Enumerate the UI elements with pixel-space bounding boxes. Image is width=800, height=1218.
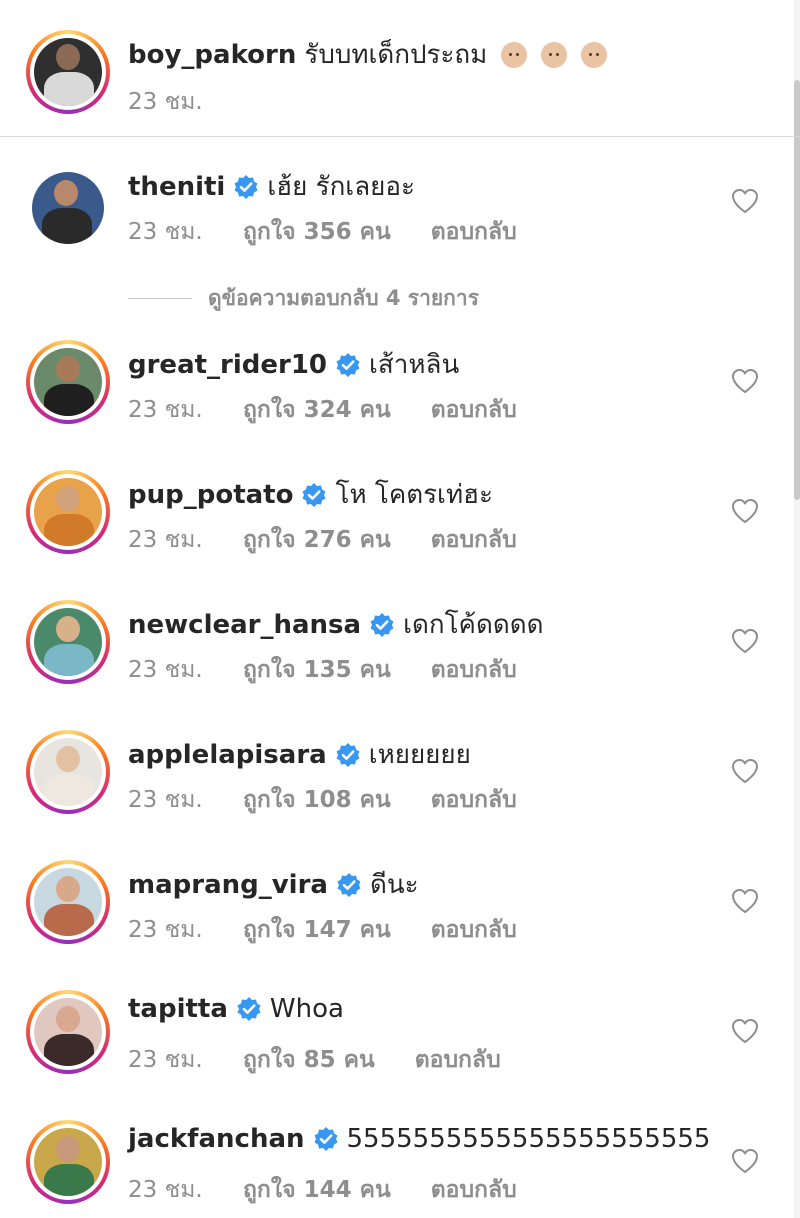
scrollbar-thumb[interactable] <box>794 80 800 500</box>
like-count-button[interactable]: ถูกใจ 276 คน <box>243 522 391 558</box>
avatar[interactable] <box>26 340 110 424</box>
baby-face-icon <box>581 41 608 68</box>
comment-text: โห โคตรเท่ฮะ <box>335 480 493 510</box>
baby-face-icon <box>541 41 568 68</box>
view-replies-button[interactable]: ดูข้อความตอบกลับ 4 รายการ <box>128 284 479 312</box>
like-count-button[interactable]: ถูกใจ 144 คน <box>243 1172 391 1208</box>
comment-text: เดกโค้ดดดด <box>403 610 544 640</box>
comment-text: เหยยยยย <box>368 740 471 770</box>
comment-time: 23 ชม. <box>128 1177 203 1203</box>
avatar[interactable] <box>26 990 110 1074</box>
baby-face-icon <box>501 41 528 68</box>
avatar[interactable] <box>26 600 110 684</box>
avatar[interactable] <box>26 730 110 814</box>
heart-icon[interactable] <box>731 758 759 784</box>
avatar[interactable] <box>26 30 110 114</box>
comment-time: 23 ชม. <box>128 1047 203 1073</box>
divider <box>128 297 192 299</box>
like-count-button[interactable]: ถูกใจ 135 คน <box>243 652 391 688</box>
verified-badge-icon <box>369 612 395 638</box>
caption-username[interactable]: boy_pakorn <box>128 40 296 70</box>
reply-button[interactable]: ตอบกลับ <box>431 392 517 428</box>
heart-icon[interactable] <box>731 368 759 394</box>
verified-badge-icon <box>233 174 259 200</box>
comment-username[interactable]: newclear_hansa <box>128 610 361 640</box>
comment-text: Whoa <box>269 994 344 1024</box>
avatar[interactable] <box>26 1120 110 1204</box>
heart-icon[interactable] <box>731 188 759 214</box>
verified-badge-icon <box>313 1126 339 1152</box>
comment-username[interactable]: tapitta <box>128 994 228 1024</box>
avatar[interactable] <box>26 166 110 250</box>
comment-text: ดีนะ <box>369 870 419 900</box>
verified-badge-icon <box>335 742 361 768</box>
comment-time: 23 ชม. <box>128 787 203 813</box>
like-count-button[interactable]: ถูกใจ 108 คน <box>243 782 391 818</box>
view-replies-label: ดูข้อความตอบกลับ 4 รายการ <box>208 285 479 310</box>
heart-icon[interactable] <box>731 628 759 654</box>
reply-button[interactable]: ตอบกลับ <box>431 522 517 558</box>
verified-badge-icon <box>236 996 262 1022</box>
like-count-button[interactable]: ถูกใจ 85 คน <box>243 1042 375 1078</box>
avatar[interactable] <box>26 470 110 554</box>
comment-username[interactable]: pup_potato <box>128 480 293 510</box>
comment-time: 23 ชม. <box>128 657 203 683</box>
comment-text: เฮ้ย รักเลยอะ <box>267 172 415 202</box>
comment-text: 5555555555555555555555 <box>346 1124 711 1154</box>
verified-badge-icon <box>336 872 362 898</box>
reply-button[interactable]: ตอบกลับ <box>431 214 517 250</box>
reply-button[interactable]: ตอบกลับ <box>431 1172 517 1208</box>
comment-text: เส้าหลิน <box>369 350 460 380</box>
like-count-button[interactable]: ถูกใจ 356 คน <box>243 214 391 250</box>
heart-icon[interactable] <box>731 1148 759 1174</box>
post-caption: boy_pakorn รับบทเด็กประถม 23 ชม. <box>0 0 800 137</box>
heart-icon[interactable] <box>731 498 759 524</box>
caption-time: 23 ชม. <box>128 89 203 115</box>
reply-button[interactable]: ตอบกลับ <box>431 782 517 818</box>
comment-time: 23 ชม. <box>128 527 203 553</box>
reply-button[interactable]: ตอบกลับ <box>415 1042 501 1078</box>
like-count-button[interactable]: ถูกใจ 324 คน <box>243 392 391 428</box>
avatar[interactable] <box>26 860 110 944</box>
comment-username[interactable]: maprang_vira <box>128 870 328 900</box>
comment-time: 23 ชม. <box>128 219 203 245</box>
caption-text: รับบทเด็กประถม <box>304 40 488 70</box>
comment-time: 23 ชม. <box>128 397 203 423</box>
comment-username[interactable]: great_rider10 <box>128 350 327 380</box>
heart-icon[interactable] <box>731 888 759 914</box>
reply-button[interactable]: ตอบกลับ <box>431 912 517 948</box>
verified-badge-icon <box>335 352 361 378</box>
like-count-button[interactable]: ถูกใจ 147 คน <box>243 912 391 948</box>
reply-button[interactable]: ตอบกลับ <box>431 652 517 688</box>
verified-badge-icon <box>301 482 327 508</box>
scrollbar[interactable] <box>794 0 800 1218</box>
comment-time: 23 ชม. <box>128 917 203 943</box>
heart-icon[interactable] <box>731 1018 759 1044</box>
comment-username[interactable]: theniti <box>128 172 225 202</box>
comment-username[interactable]: jackfanchan <box>128 1124 305 1154</box>
comment-username[interactable]: applelapisara <box>128 740 327 770</box>
